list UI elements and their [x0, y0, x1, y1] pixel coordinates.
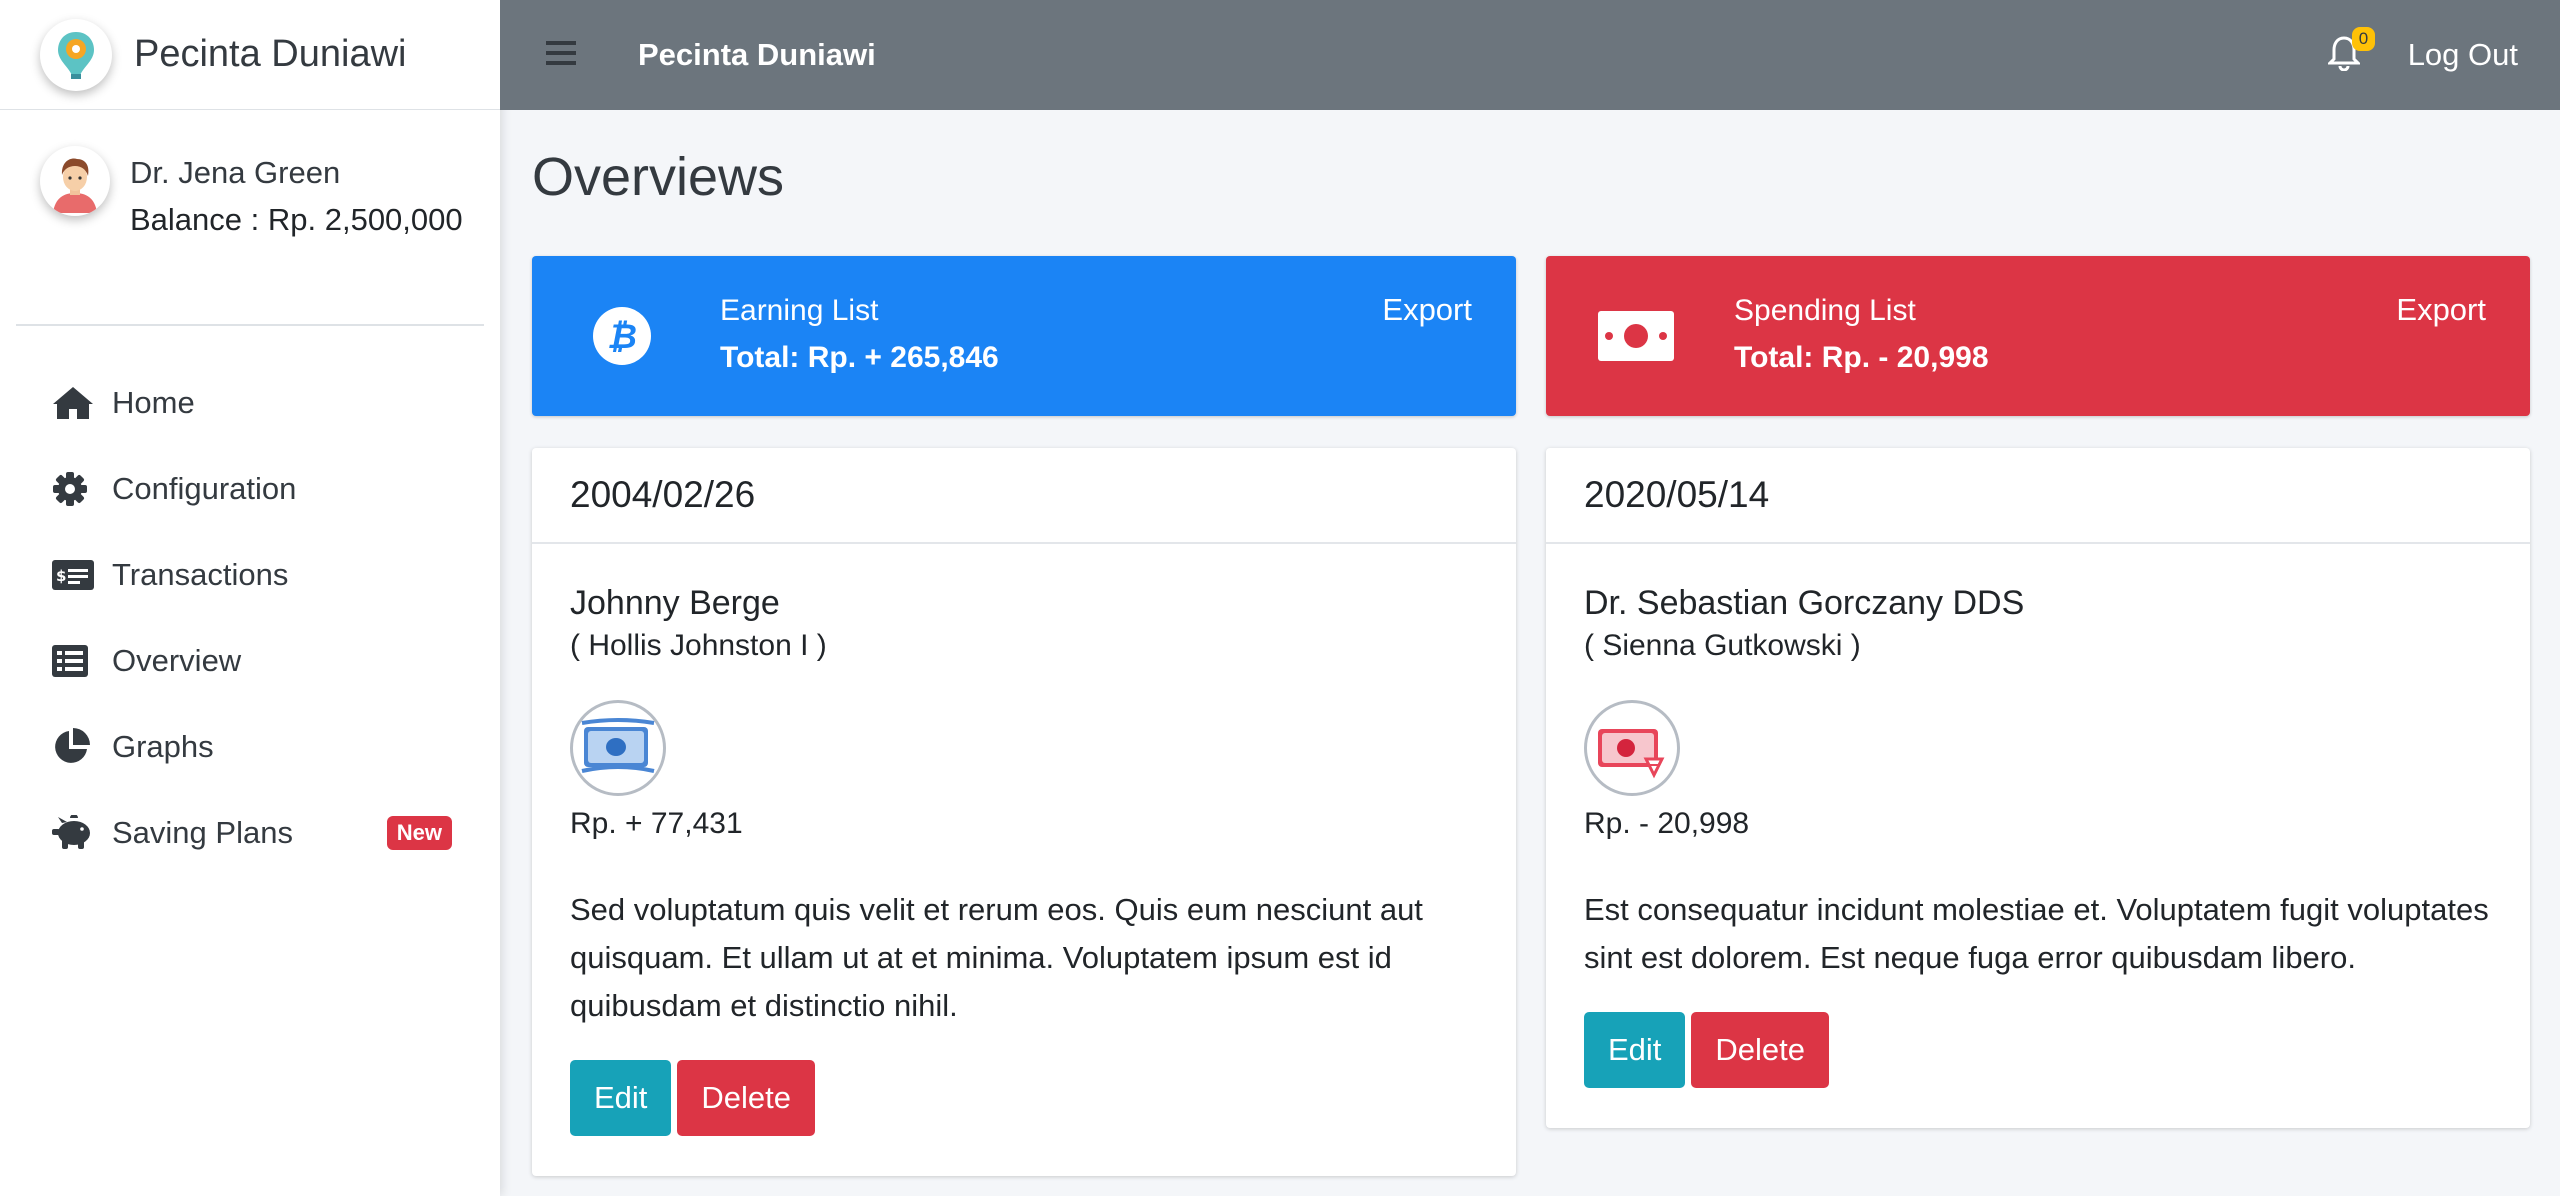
- brand-link[interactable]: Pecinta Duniawi: [0, 0, 500, 110]
- sidebar: Pecinta Duniawi Dr. Jena Green Balance :…: [0, 0, 500, 1196]
- sidebar-item-graphs[interactable]: Graphs: [0, 704, 500, 790]
- notification-count-badge: 0: [2351, 27, 2376, 51]
- gear-icon: [52, 469, 96, 509]
- sidebar-item-transactions[interactable]: $ Transactions: [0, 532, 500, 618]
- card-name: Dr. Sebastian Gorczany DDS: [1584, 584, 2025, 622]
- transaction-card: 2004/02/26 Johnny Berge ( Hollis Johnsto…: [532, 448, 1516, 1176]
- spending-list-title: Spending List: [1734, 294, 1916, 327]
- sidebar-item-overview[interactable]: Overview: [0, 618, 500, 704]
- pie-chart-icon: [52, 727, 96, 767]
- sidebar-item-label: Graphs: [112, 729, 214, 764]
- card-amount: Rp. + 77,431: [570, 807, 743, 840]
- list-icon: [52, 641, 96, 681]
- money-check-icon: $: [52, 555, 96, 595]
- sidebar-item-configuration[interactable]: Configuration: [0, 446, 500, 532]
- sidebar-item-home[interactable]: Home: [0, 360, 500, 446]
- user-balance: Balance : Rp. 2,500,000: [130, 202, 463, 237]
- svg-text:₿: ₿: [607, 317, 637, 357]
- card-date: 2004/02/26: [532, 448, 1516, 544]
- sidebar-item-label: Saving Plans: [112, 815, 293, 850]
- topbar-title[interactable]: Pecinta Duniawi: [638, 37, 876, 73]
- spending-summary-box: Spending List Total: Rp. - 20,998 Export: [1546, 256, 2530, 416]
- card-description: Est consequatur incidunt molestiae et. V…: [1584, 892, 2489, 975]
- earning-export-button[interactable]: Export: [1382, 292, 1472, 328]
- page-title: Overviews: [532, 147, 785, 207]
- card-subname: ( Hollis Johnston I ): [570, 629, 827, 662]
- top-navbar: Pecinta Duniawi 0 Log Out: [500, 0, 2560, 110]
- card-amount: Rp. - 20,998: [1584, 807, 1750, 840]
- earning-summary-box: ₿ Earning List Total: Rp. + 265,846 Expo…: [532, 256, 1516, 416]
- sidebar-nav: Home Configuration $ Transactions Overvi…: [0, 360, 500, 876]
- piggy-bank-icon: [52, 813, 96, 853]
- spending-export-button[interactable]: Export: [2396, 292, 2486, 328]
- sidebar-divider: [16, 324, 484, 326]
- hamburger-menu-icon[interactable]: [546, 40, 576, 71]
- card-description: Sed voluptatum quis velit et rerum eos. …: [570, 892, 1423, 1023]
- money-out-icon: [1584, 700, 1680, 796]
- edit-button[interactable]: Edit: [1584, 1012, 1686, 1088]
- new-badge: New: [386, 816, 452, 850]
- earning-total: Total: Rp. + 265,846: [720, 341, 999, 374]
- card-subname: ( Sienna Gutkowski ): [1584, 629, 1861, 662]
- money-in-icon: [570, 700, 666, 796]
- money-bill-icon: [1598, 298, 1674, 374]
- main-content: Overviews ₿ Earning List Total: Rp. + 26…: [532, 110, 2530, 1176]
- svg-text:$: $: [56, 567, 66, 585]
- brand-logo: [40, 18, 112, 91]
- edit-button[interactable]: Edit: [570, 1060, 672, 1136]
- logout-button[interactable]: Log Out: [2408, 37, 2518, 73]
- earning-list-title: Earning List: [720, 294, 879, 327]
- notifications-button[interactable]: 0: [2326, 27, 2376, 75]
- sidebar-item-label: Transactions: [112, 557, 289, 592]
- home-icon: [52, 383, 96, 423]
- avatar[interactable]: [40, 146, 110, 216]
- user-panel: Dr. Jena Green Balance : Rp. 2,500,000: [0, 110, 500, 324]
- sidebar-item-label: Overview: [112, 643, 242, 678]
- sidebar-item-label: Configuration: [112, 471, 297, 506]
- brand-name: Pecinta Duniawi: [134, 33, 407, 75]
- bitcoin-icon: ₿: [584, 298, 660, 374]
- delete-button[interactable]: Delete: [1691, 1012, 1830, 1088]
- sidebar-item-saving-plans[interactable]: Saving Plans New: [0, 790, 500, 876]
- user-name[interactable]: Dr. Jena Green: [130, 150, 463, 196]
- delete-button[interactable]: Delete: [677, 1060, 816, 1136]
- card-name: Johnny Berge: [570, 584, 780, 622]
- spending-total: Total: Rp. - 20,998: [1734, 341, 1989, 374]
- card-date: 2020/05/14: [1546, 448, 2530, 544]
- sidebar-item-label: Home: [112, 385, 195, 420]
- transaction-card: 2020/05/14 Dr. Sebastian Gorczany DDS ( …: [1546, 448, 2530, 1128]
